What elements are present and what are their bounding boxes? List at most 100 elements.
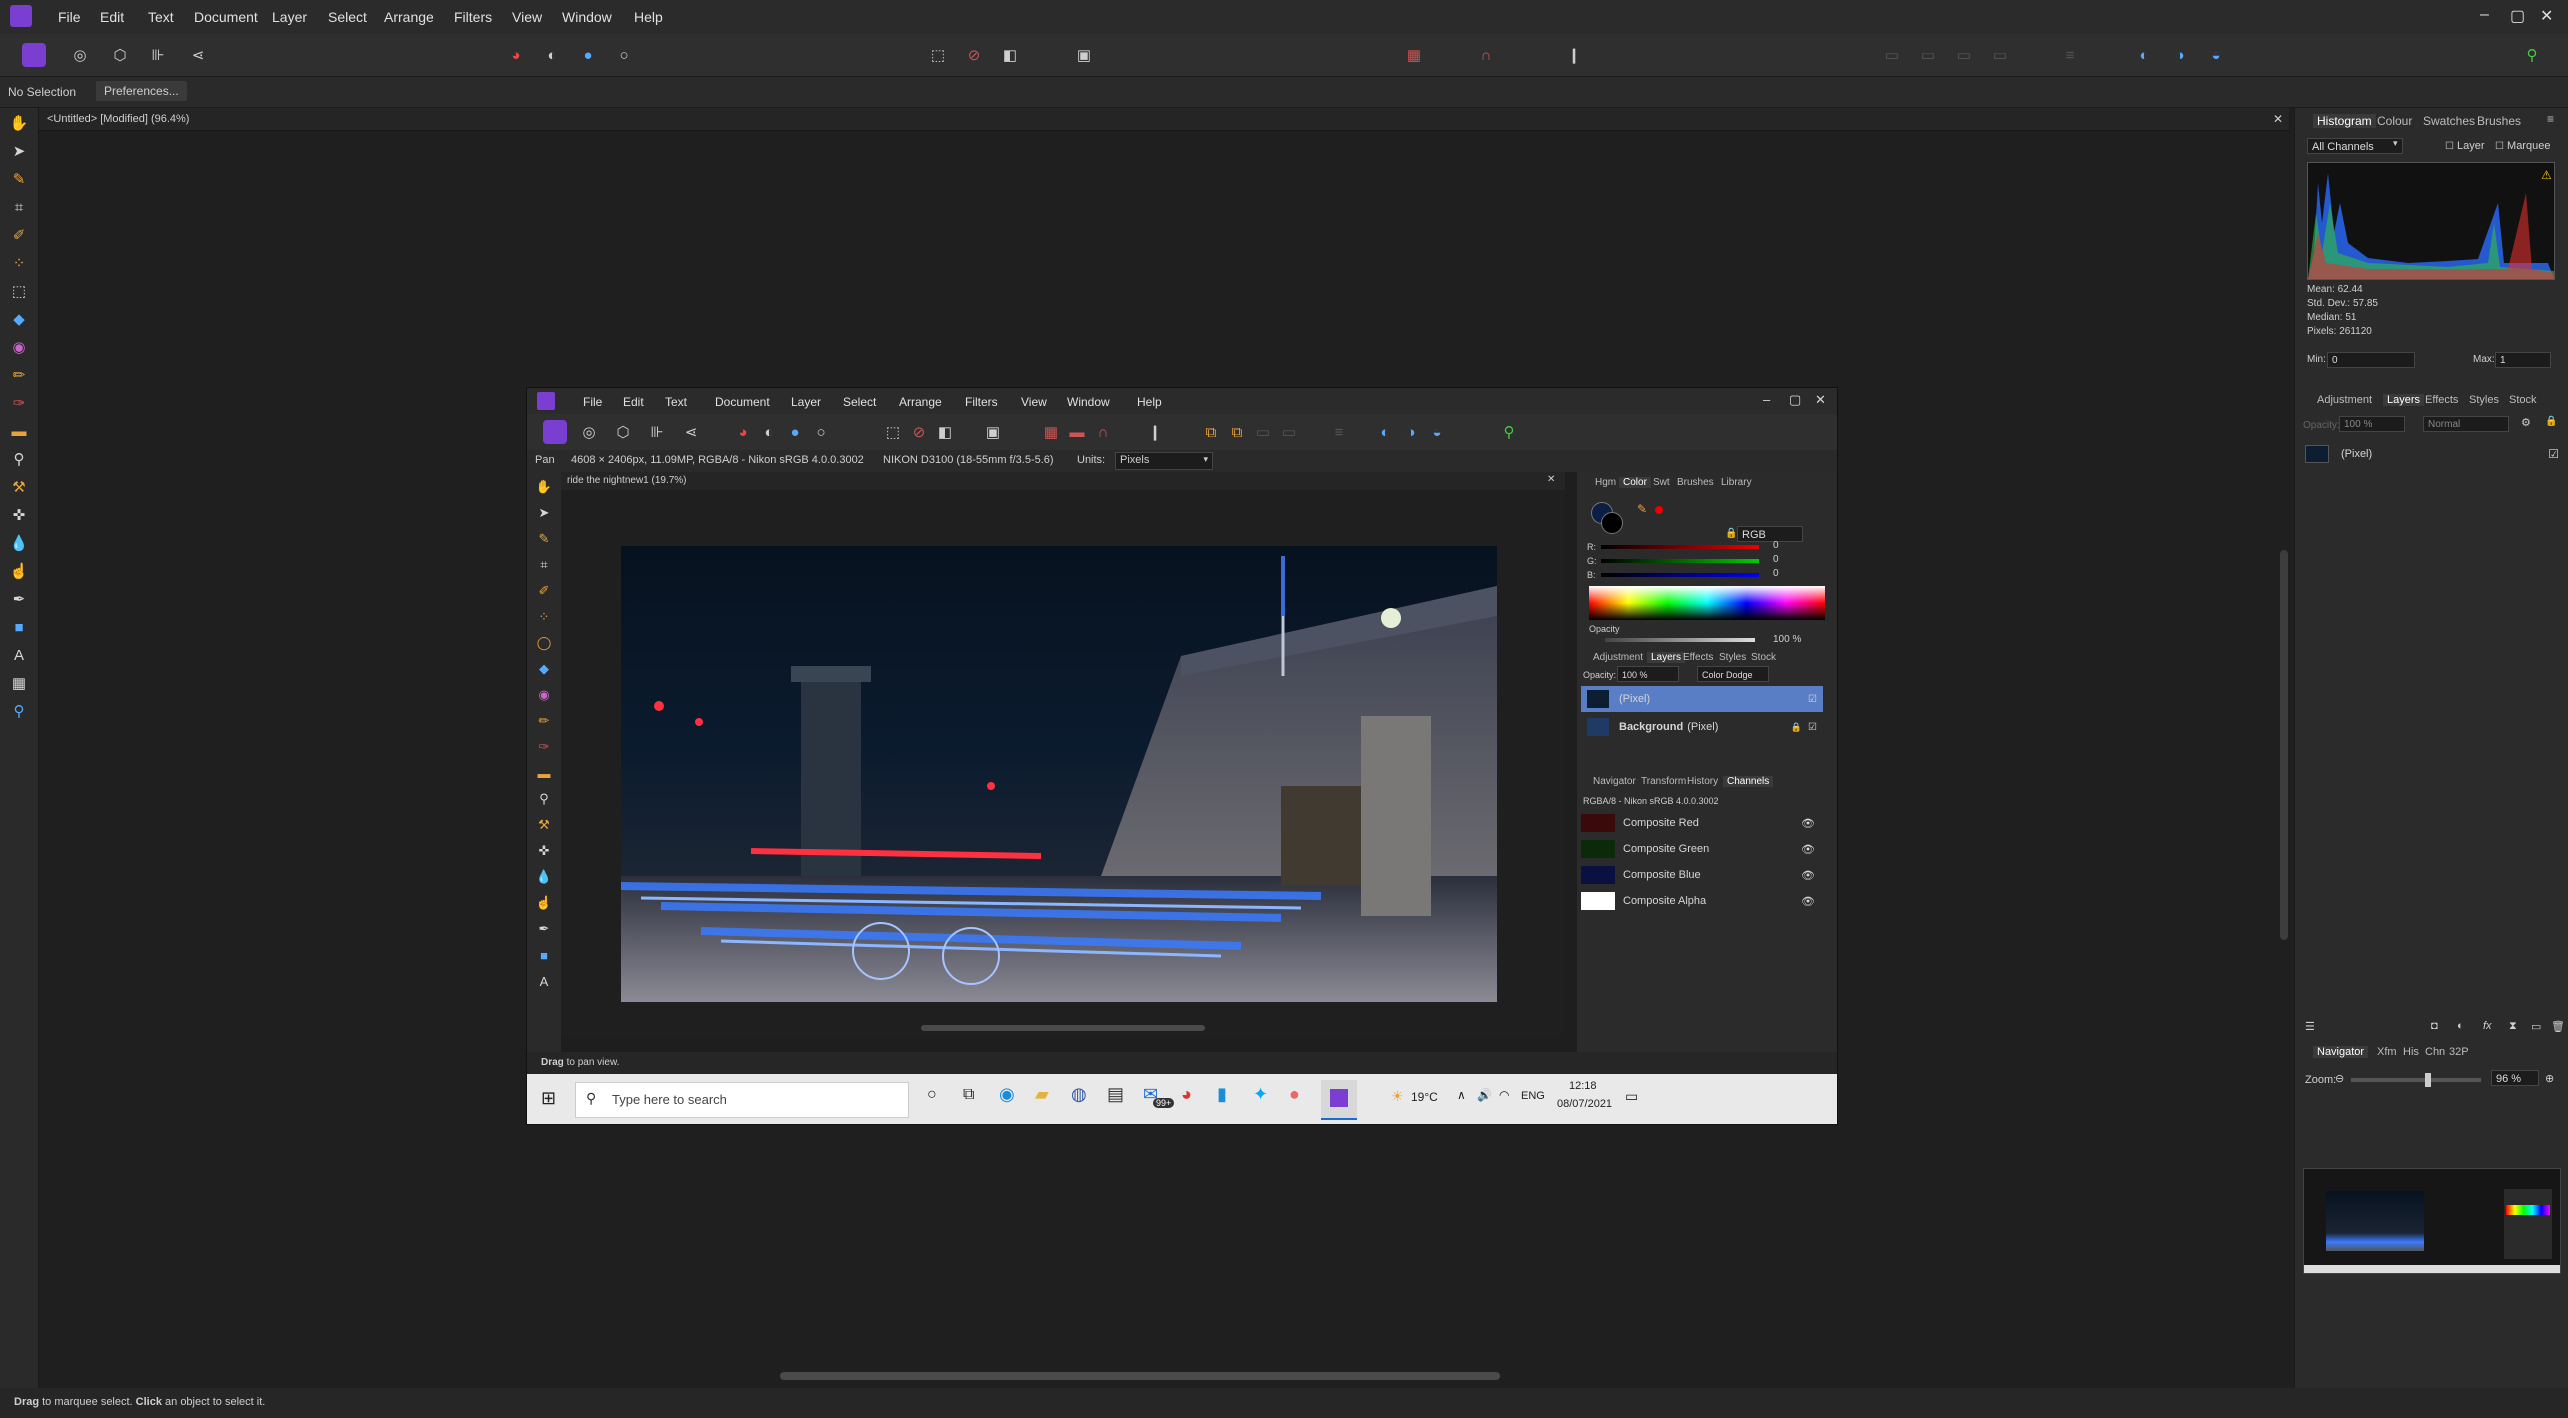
- inner-channel-blue-eye-icon[interactable]: 👁: [1801, 869, 1815, 882]
- inner-persona-export-icon[interactable]: ⋖: [679, 420, 703, 444]
- inner-tab-effects[interactable]: Effects: [1683, 652, 1713, 663]
- inner-persona-tonemap-icon[interactable]: ⊪: [645, 420, 669, 444]
- delete-layer-icon[interactable]: 🗑: [2551, 1020, 2565, 1033]
- panel-menu-icon[interactable]: ≡: [2547, 112, 2554, 126]
- inner-auto-levels-icon[interactable]: ◕: [731, 420, 755, 444]
- inner-layer-bg-lock-icon[interactable]: 🔒: [1791, 722, 1802, 733]
- zoom-in-icon[interactable]: ⊕: [2545, 1072, 2554, 1085]
- histogram-marquee-option[interactable]: ☐ Marquee: [2495, 140, 2550, 152]
- inner-tab-layers[interactable]: Layers: [1647, 652, 1686, 663]
- inner-brush-tool-icon[interactable]: ✏: [533, 710, 555, 732]
- inner-menu-filters[interactable]: Filters: [965, 395, 998, 409]
- inner-opacity-slider[interactable]: [1605, 638, 1755, 642]
- navigator-preview[interactable]: [2303, 1168, 2561, 1274]
- maximize-icon[interactable]: ▢: [2510, 6, 2525, 26]
- inner-menu-edit[interactable]: Edit: [623, 395, 644, 409]
- inner-color-spectrum[interactable]: [1589, 586, 1825, 620]
- layer-mask-icon[interactable]: ◘: [2431, 1020, 2438, 1032]
- inner-blend-mode[interactable]: Color Dodge: [1697, 666, 1769, 682]
- vertical-scrollbar[interactable]: [2280, 550, 2288, 940]
- boolean-add-icon[interactable]: ◐: [2132, 43, 2156, 67]
- inner-menu-file[interactable]: File: [583, 395, 602, 409]
- inner-r-slider[interactable]: [1601, 545, 1759, 549]
- inner-rectangle-tool-icon[interactable]: ■: [533, 944, 555, 966]
- inner-maximize-icon[interactable]: ▢: [1789, 392, 1801, 408]
- inner-channel-green[interactable]: Composite Green 👁: [1581, 836, 1831, 862]
- histogram-layer-option[interactable]: ☐ Layer: [2445, 140, 2485, 152]
- inner-pan-tool-icon[interactable]: ✋: [533, 476, 555, 498]
- paint-brush-tool-icon[interactable]: ✏: [8, 364, 30, 386]
- pan-tool-icon[interactable]: ✋: [8, 112, 30, 134]
- inner-color-mode-select[interactable]: RGB: [1737, 526, 1803, 542]
- firefox-icon[interactable]: ●: [1289, 1084, 1300, 1105]
- inner-auto-colors-icon[interactable]: ●: [783, 420, 807, 444]
- tab-colour[interactable]: Colour: [2377, 114, 2412, 128]
- fx-icon[interactable]: fx: [2483, 1020, 2492, 1032]
- tab-brushes[interactable]: Brushes: [2477, 114, 2521, 128]
- inner-auto-white-balance-icon[interactable]: ○: [809, 420, 833, 444]
- tab-chn[interactable]: Chn: [2425, 1046, 2445, 1058]
- inner-g-slider[interactable]: [1601, 559, 1759, 563]
- inner-hscrollbar[interactable]: [921, 1025, 1205, 1031]
- erase-brush-tool-icon[interactable]: ▬: [8, 420, 30, 442]
- persona-export-icon[interactable]: ⋖: [186, 43, 210, 67]
- inner-menu-arrange[interactable]: Arrange: [899, 395, 942, 409]
- inner-tab-adjustment[interactable]: Adjustment: [1593, 652, 1643, 663]
- inner-erase-tool-icon[interactable]: ▬: [533, 762, 555, 784]
- document-tab[interactable]: <Untitled> [Modified] (96.4%) ✕: [39, 108, 2289, 131]
- inner-doc-close-icon[interactable]: ✕: [1547, 474, 1555, 485]
- inner-blemish-tool-icon[interactable]: ✜: [533, 840, 555, 862]
- group-icon[interactable]: ▭: [2531, 1020, 2541, 1033]
- inner-snapping-grid-icon[interactable]: ▦: [1039, 420, 1063, 444]
- layers-stack-icon[interactable]: ☰: [2305, 1020, 2315, 1033]
- histogram-marquee-checkbox[interactable]: ☐: [2495, 141, 2504, 152]
- color-replacement-tool-icon[interactable]: ✑: [8, 392, 30, 414]
- windows-start-icon[interactable]: ⊞: [541, 1088, 556, 1109]
- inner-minimize-icon[interactable]: –: [1763, 392, 1770, 407]
- selection-brush-tool-icon[interactable]: ✐: [8, 224, 30, 246]
- inner-arrange-2-icon[interactable]: ⧉: [1225, 420, 1249, 444]
- mesh-warp-tool-icon[interactable]: ▦: [8, 672, 30, 694]
- cortana-icon[interactable]: ○: [927, 1086, 937, 1104]
- snapping-grid-icon[interactable]: ▦: [1402, 43, 1426, 67]
- tab-layers[interactable]: Layers: [2383, 394, 2425, 406]
- crop-tool-icon[interactable]: ⌗: [8, 196, 30, 218]
- menu-layer[interactable]: Layer: [272, 9, 307, 25]
- layers-settings-icon[interactable]: ⚙: [2521, 416, 2531, 429]
- inner-text-tool-icon[interactable]: A: [533, 970, 555, 992]
- layer-row-pixel[interactable]: (Pixel) ☑: [2305, 442, 2559, 466]
- inner-menu-window[interactable]: Window: [1067, 395, 1110, 409]
- inner-tab-hgm[interactable]: Hgm: [1595, 477, 1616, 488]
- tab-his[interactable]: His: [2403, 1046, 2419, 1058]
- inner-tab-history[interactable]: History: [1687, 776, 1718, 787]
- inner-units-select[interactable]: Pixels ▾: [1115, 452, 1213, 470]
- inner-tab-styles[interactable]: Styles: [1719, 652, 1746, 663]
- inner-dodge-tool-icon[interactable]: ⚲: [533, 788, 555, 810]
- document-close-icon[interactable]: ✕: [2273, 112, 2283, 126]
- clock-time[interactable]: 12:18: [1569, 1080, 1597, 1092]
- layers-blend-select[interactable]: Normal: [2423, 416, 2509, 432]
- menu-window[interactable]: Window: [562, 9, 612, 25]
- inner-channel-red-eye-icon[interactable]: 👁: [1801, 817, 1815, 830]
- inner-tab-library[interactable]: Library: [1721, 477, 1752, 488]
- skype-icon[interactable]: ✦: [1253, 1084, 1268, 1105]
- inner-snapping-magnet-icon[interactable]: ∩: [1091, 420, 1115, 444]
- zoom-out-icon[interactable]: ⊖: [2335, 1072, 2344, 1085]
- auto-white-balance-icon[interactable]: ○: [612, 43, 636, 67]
- inner-snapping-bar-icon[interactable]: ▬: [1065, 420, 1089, 444]
- inner-gradient-tool-icon[interactable]: ◉: [533, 684, 555, 706]
- inner-tab-swt[interactable]: Swt: [1653, 477, 1670, 488]
- menu-document[interactable]: Document: [194, 9, 258, 25]
- inner-boolean-intersect-icon[interactable]: ◒: [1425, 420, 1449, 444]
- menu-select[interactable]: Select: [328, 9, 367, 25]
- inner-channel-red[interactable]: Composite Red 👁: [1581, 810, 1831, 836]
- inner-selection-brush-icon[interactable]: ✐: [533, 580, 555, 602]
- rectangle-tool-icon[interactable]: ■: [8, 616, 30, 638]
- inner-b-slider[interactable]: [1601, 573, 1759, 577]
- quick-mask-icon[interactable]: ◧: [998, 43, 1022, 67]
- inner-brush-tip-icon[interactable]: ❙: [1143, 420, 1167, 444]
- smudge-tool-icon[interactable]: ☝: [8, 560, 30, 582]
- layers-opacity-input[interactable]: 100 %: [2339, 416, 2405, 432]
- gradient-tool-icon[interactable]: ◉: [8, 336, 30, 358]
- tab-styles[interactable]: Styles: [2469, 394, 2499, 406]
